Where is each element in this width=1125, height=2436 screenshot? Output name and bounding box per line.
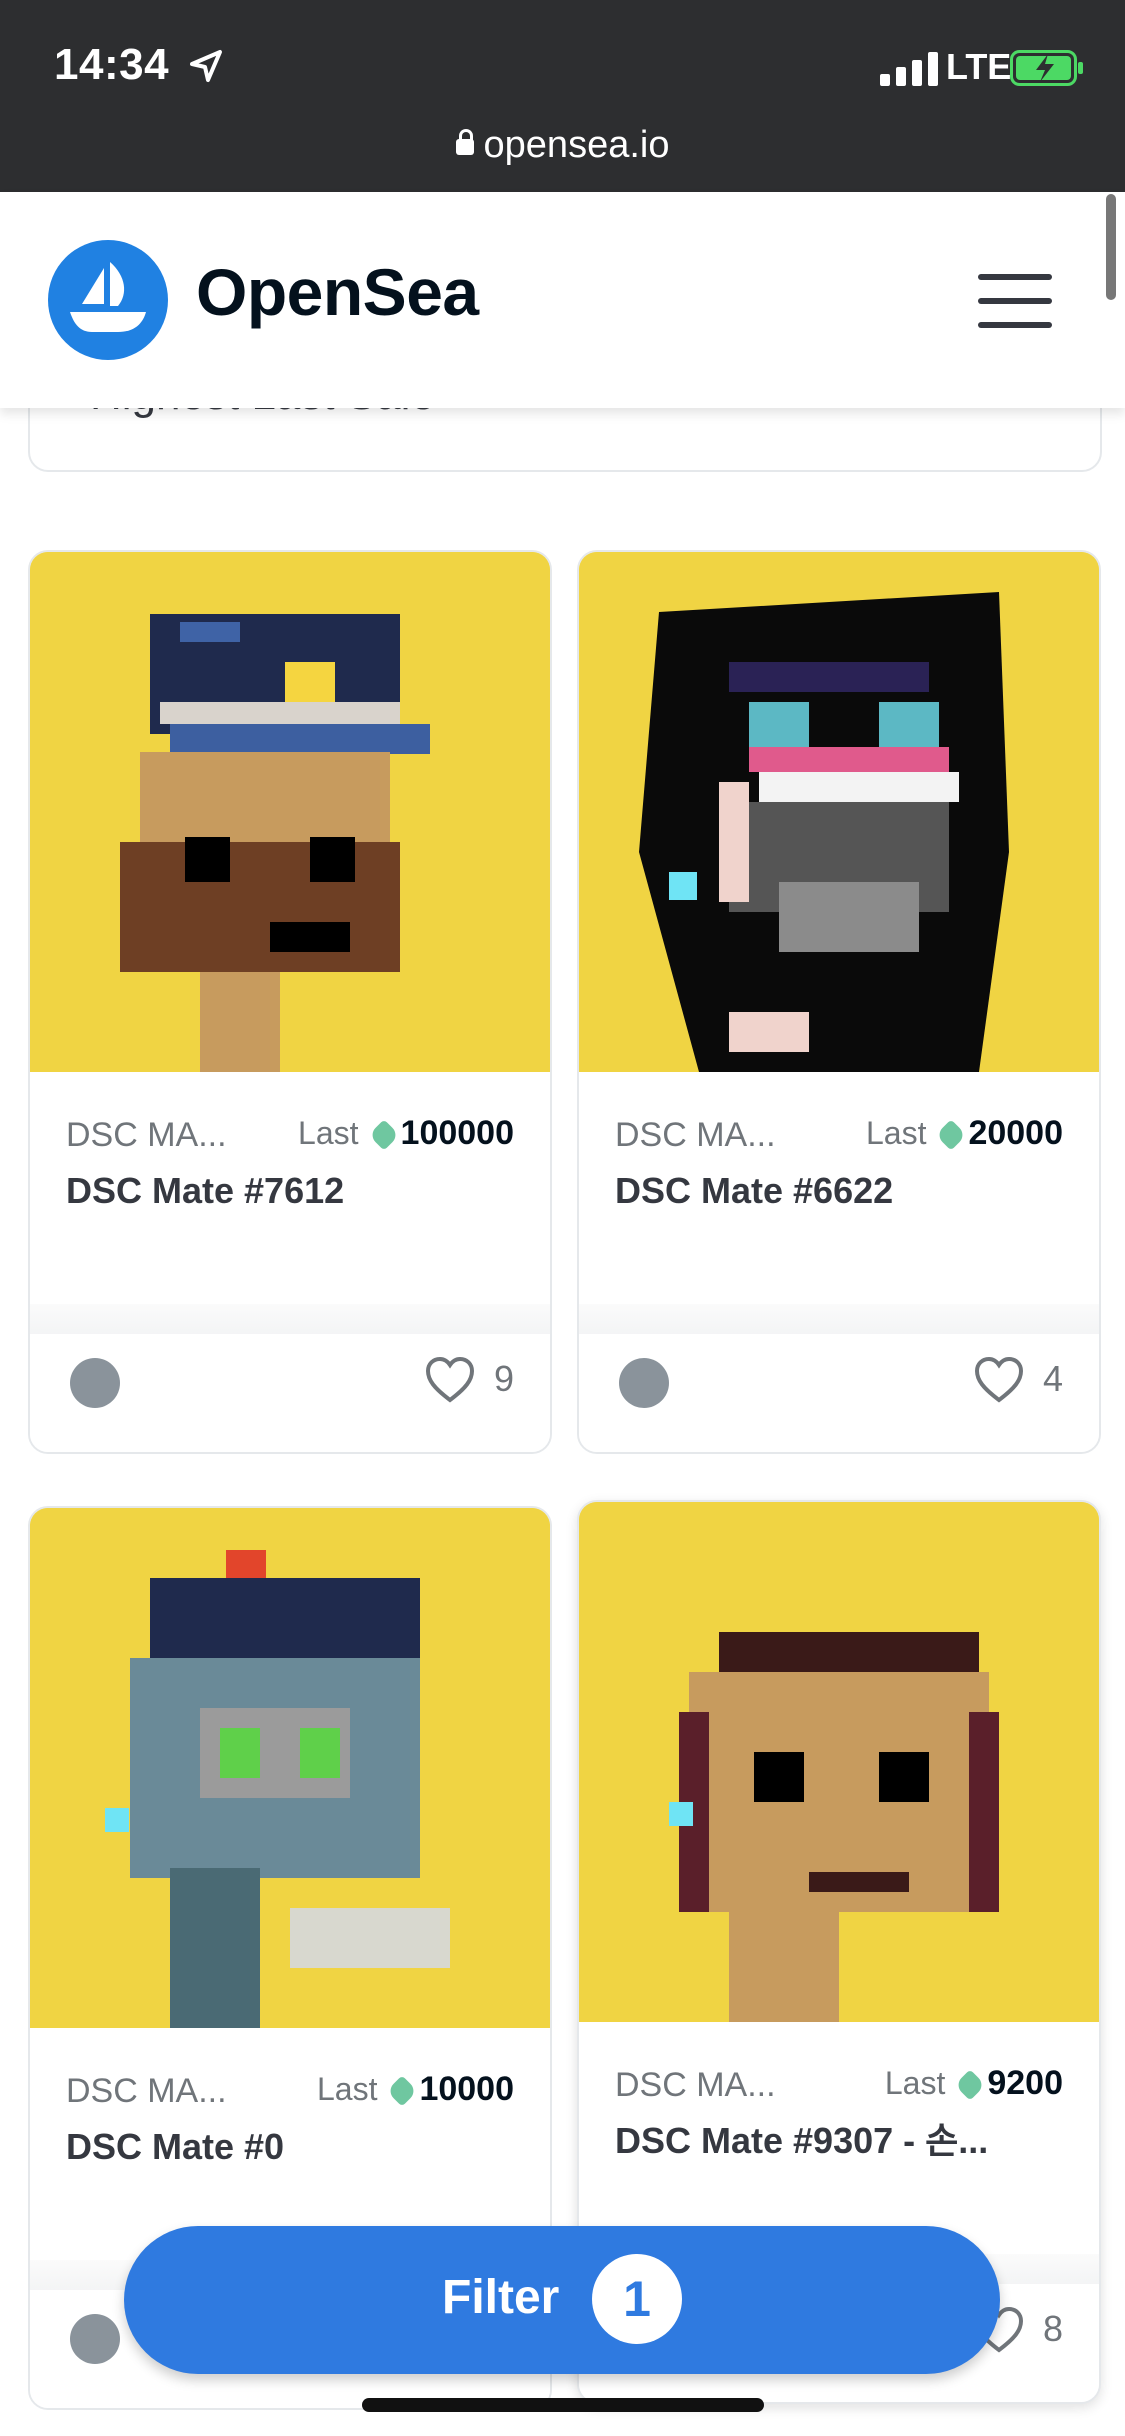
klaytn-chain-icon: [70, 2314, 120, 2364]
battery-charging-icon: [1010, 50, 1083, 86]
last-sale: Last 100000: [298, 1114, 514, 1153]
nft-image[interactable]: [579, 1502, 1099, 2022]
last-sale: Last 9200: [885, 2064, 1063, 2103]
brand-name[interactable]: OpenSea: [196, 254, 479, 330]
home-indicator[interactable]: [362, 2398, 764, 2412]
collection-name[interactable]: DSC MA...: [66, 2072, 227, 2111]
card-divider: [579, 1304, 1099, 1336]
filter-label: Filter: [442, 2271, 560, 2324]
card-divider: [30, 1304, 550, 1336]
heart-icon[interactable]: [973, 1354, 1025, 1406]
klaytn-chain-icon: [619, 1358, 669, 1408]
card-footer: 4: [579, 1334, 1099, 1452]
currency-icon: [386, 2075, 419, 2107]
favorite-count: 8: [1042, 2308, 1063, 2349]
nft-name[interactable]: DSC Mate #9307 - 손...: [615, 2114, 1055, 2168]
filter-count-badge: 1: [592, 2254, 682, 2344]
last-sale: Last 10000: [317, 2070, 514, 2109]
status-bar: 14:34 LTE opensea.io: [0, 0, 1125, 192]
nft-card[interactable]: DSC MA... Last 100000 DSC Mate #7612 9: [28, 550, 552, 1454]
url-bar[interactable]: opensea.io: [0, 124, 1125, 167]
currency-icon: [935, 1119, 968, 1151]
nft-name[interactable]: DSC Mate #0: [66, 2120, 506, 2174]
collection-name[interactable]: DSC MA...: [615, 2066, 776, 2105]
pixel-art-image: [30, 552, 550, 1072]
currency-icon: [954, 2069, 986, 2101]
scrollbar[interactable]: [1106, 194, 1116, 300]
collection-name[interactable]: DSC MA...: [66, 1116, 227, 1155]
last-price: 9200: [987, 2064, 1063, 2102]
site-header: OpenSea: [0, 192, 1125, 408]
favorite-count: 9: [493, 1358, 514, 1399]
filter-button[interactable]: Filter 1: [124, 2226, 1000, 2374]
location-arrow-icon: [190, 50, 222, 82]
last-label: Last: [884, 2065, 946, 2101]
sailboat-icon: [70, 262, 146, 332]
last-label: Last: [298, 1115, 359, 1151]
nft-name[interactable]: DSC Mate #7612: [66, 1164, 506, 1218]
last-label: Last: [316, 2071, 378, 2107]
hamburger-menu-icon[interactable]: [978, 274, 1052, 328]
opensea-logo[interactable]: [48, 240, 168, 360]
url-text: opensea.io: [483, 124, 670, 166]
last-label: Last: [865, 1115, 927, 1151]
nft-image[interactable]: [579, 552, 1099, 1072]
last-price: 100000: [400, 1114, 514, 1152]
last-sale: Last 20000: [866, 1114, 1063, 1153]
klaytn-chain-icon: [70, 1358, 120, 1408]
currency-icon: [367, 1119, 400, 1151]
nft-name[interactable]: DSC Mate #6622: [615, 1164, 1055, 1218]
signal-icon: [880, 52, 938, 86]
last-price: 20000: [968, 1114, 1063, 1152]
nft-card[interactable]: DSC MA... Last 20000 DSC Mate #6622 4: [577, 550, 1101, 1454]
pixel-art-image: [30, 1508, 550, 2028]
lock-icon: [455, 129, 474, 155]
last-price: 10000: [419, 2070, 514, 2108]
network-type: LTE: [946, 46, 1012, 87]
nft-image[interactable]: [30, 552, 550, 1072]
favorite-count: 4: [1042, 1358, 1063, 1399]
card-footer: 9: [30, 1334, 550, 1452]
pixel-art-image: [579, 552, 1099, 1072]
heart-icon[interactable]: [424, 1354, 476, 1406]
collection-name[interactable]: DSC MA...: [615, 1116, 776, 1155]
pixel-art-image: [579, 1502, 1099, 2022]
nft-image[interactable]: [30, 1508, 550, 2028]
status-time: 14:34: [54, 40, 170, 89]
